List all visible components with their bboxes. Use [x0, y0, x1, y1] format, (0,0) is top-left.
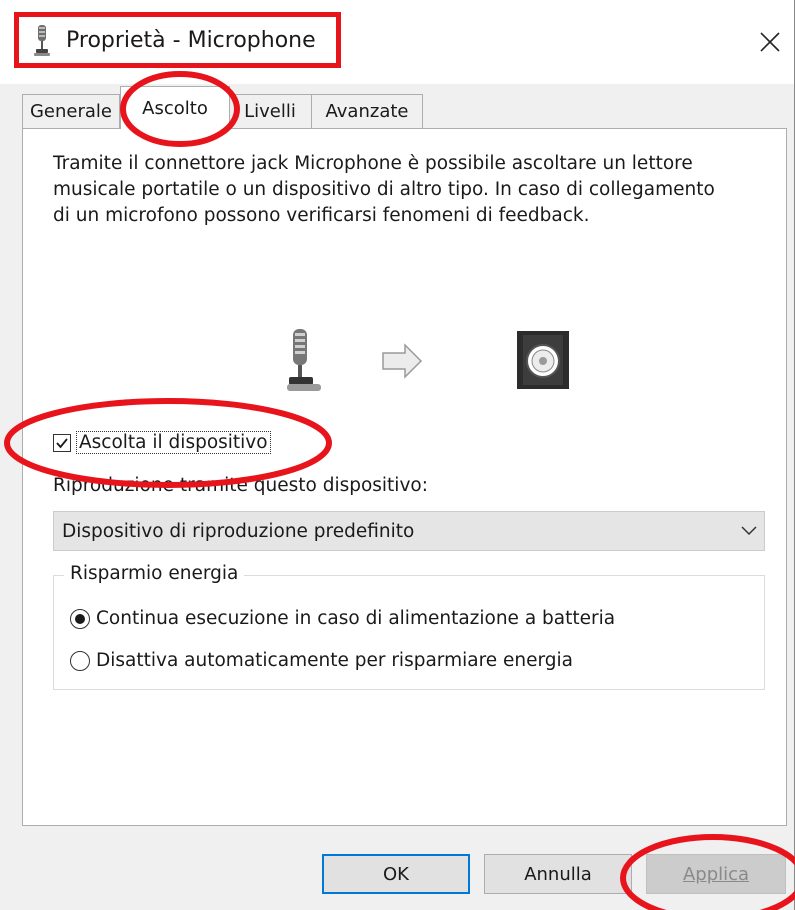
title-bar: Proprietà - Microphone [0, 0, 795, 84]
power-management-group: Risparmio energia Continua esecuzione in… [53, 563, 765, 690]
tab-strip: Generale Ascolto Livelli Avanzate [22, 84, 792, 129]
close-icon [760, 32, 780, 52]
check-icon [56, 437, 68, 448]
tab-ascolto[interactable]: Ascolto [120, 86, 230, 129]
radio-disable[interactable] [70, 650, 90, 671]
window-title: Proprietà - Microphone [66, 28, 316, 53]
listen-tab-panel: Tramite il connettore jack Microphone è … [22, 128, 787, 826]
power-group-title: Risparmio energia [64, 563, 245, 584]
listen-checkbox-row[interactable]: Ascolta il dispositivo [53, 431, 271, 454]
playback-device-value: Dispositivo di riproduzione predefinito [62, 520, 415, 542]
microphone-icon [34, 25, 50, 56]
radio-continue[interactable] [70, 608, 90, 629]
chevron-down-icon [734, 521, 764, 541]
listen-checkbox[interactable] [53, 433, 71, 452]
close-button[interactable] [748, 20, 792, 64]
arrow-right-icon [382, 343, 423, 379]
cancel-button[interactable]: Annulla [484, 854, 632, 894]
tab-avanzate[interactable]: Avanzate [311, 94, 423, 128]
power-option-continue-label[interactable]: Continua esecuzione in caso di alimentaz… [96, 608, 615, 629]
listen-checkbox-label[interactable]: Ascolta il dispositivo [76, 431, 271, 454]
playback-device-select[interactable]: Dispositivo di riproduzione predefinito [53, 511, 765, 551]
tab-generale[interactable]: Generale [22, 94, 120, 128]
listen-illustration [287, 329, 569, 391]
apply-button[interactable]: Applica [646, 854, 786, 894]
properties-dialog: Proprietà - Microphone Generale Ascolto … [0, 0, 795, 910]
ok-button[interactable]: OK [322, 854, 470, 894]
listen-description: Tramite il connettore jack Microphone è … [53, 153, 715, 226]
speaker-illustration-icon [517, 331, 569, 389]
power-option-continue[interactable]: Continua esecuzione in caso di alimentaz… [70, 608, 615, 629]
playback-device-label: Riproduzione tramite questo dispositivo: [53, 475, 428, 496]
power-option-disable[interactable]: Disattiva automaticamente per risparmiar… [70, 650, 573, 671]
tab-livelli[interactable]: Livelli [228, 94, 312, 128]
microphone-illustration-icon [287, 329, 321, 391]
power-option-disable-label[interactable]: Disattiva automaticamente per risparmiar… [96, 650, 573, 671]
radio-selected-dot [75, 613, 85, 624]
